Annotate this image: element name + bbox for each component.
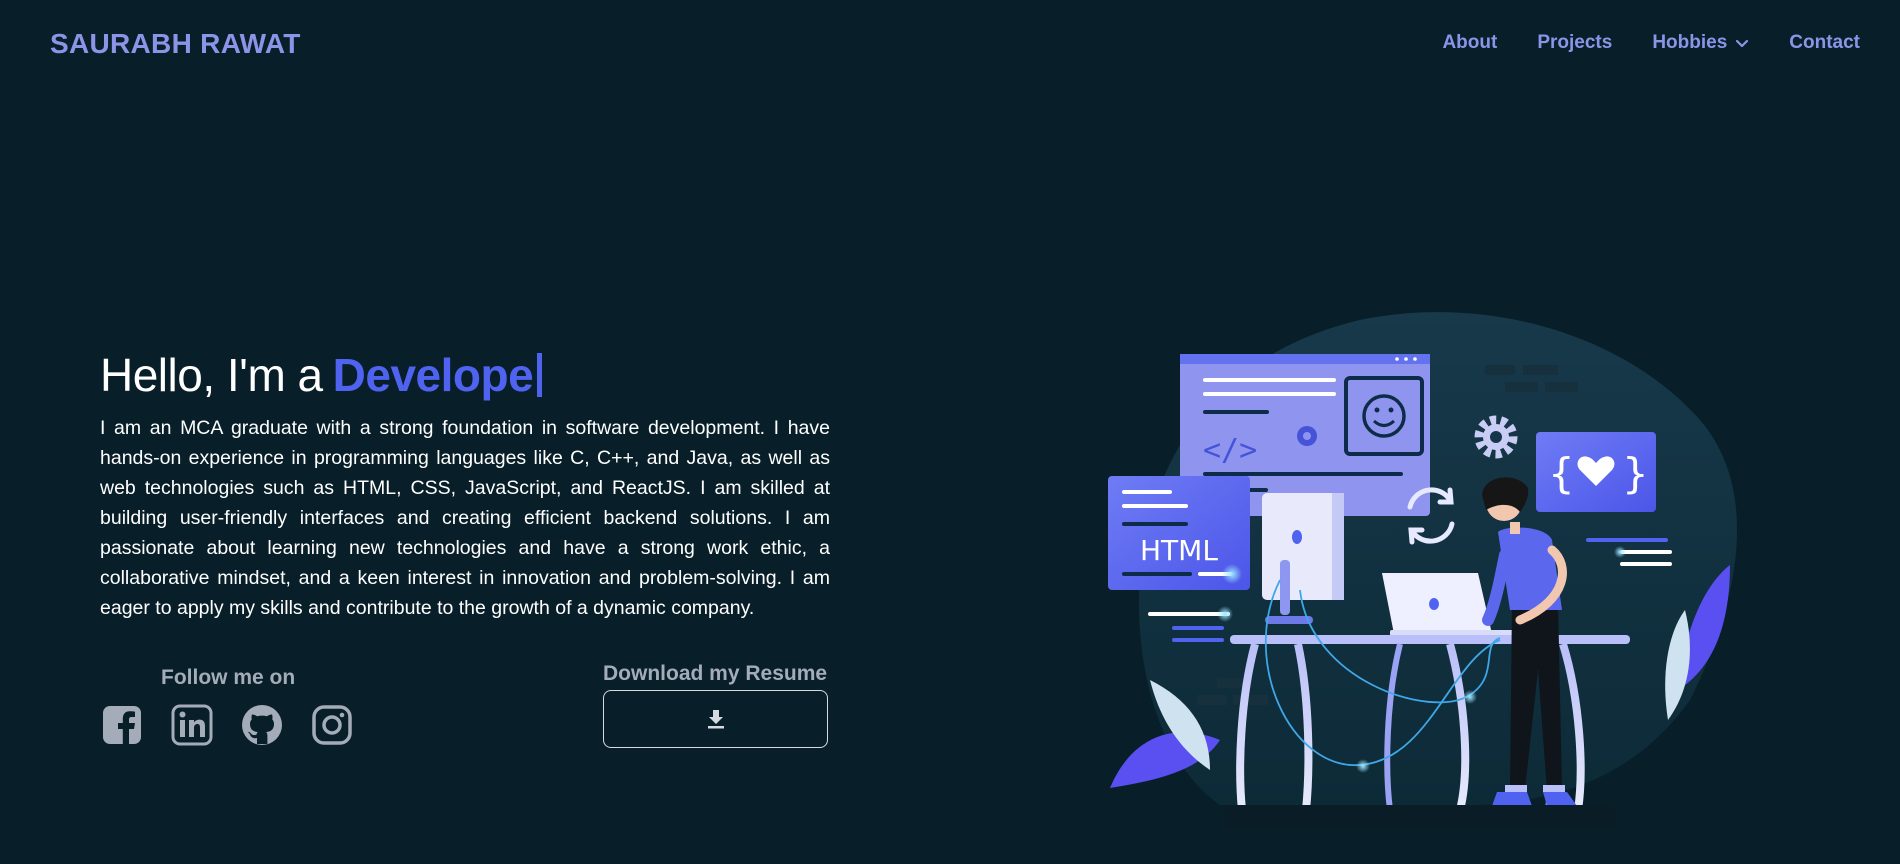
navbar: SAURABH RAWAT About Projects Hobbies Con… [0,0,1900,92]
nav-hobbies-dropdown[interactable]: Hobbies [1652,32,1749,54]
nav-projects-label: Projects [1537,32,1613,53]
svg-text:{: { [1548,449,1575,498]
download-resume-button[interactable] [603,690,828,748]
floor-shadow [1225,805,1615,829]
nav-about-label: About [1442,32,1498,53]
follow-label: Follow me on [161,666,296,689]
hero-title: Hello, I'm a Develope [100,348,543,402]
hero-greeting: Hello, I'm a [100,349,323,401]
facebook-icon[interactable] [100,703,144,747]
brand-name[interactable]: SAURABH RAWAT [50,28,301,60]
nav-contact-label: Contact [1789,32,1860,53]
typing-cursor [537,353,543,397]
instagram-icon[interactable] [310,703,354,747]
social-links [100,703,354,747]
heart-card: { } [1536,432,1656,512]
chevron-down-icon [1736,39,1749,48]
hero-role-typed: Develope [332,349,534,401]
html-badge-label: HTML [1140,534,1218,567]
svg-text:}: } [1622,449,1649,498]
nav-hobbies-label: Hobbies [1652,32,1728,53]
nav-contact[interactable]: Contact [1789,32,1860,54]
nav-links: About Projects Hobbies Contact [1442,32,1860,54]
github-icon[interactable] [240,703,284,747]
html-card: HTML [1108,476,1250,590]
developer-illustration: </> { } HTML [1108,312,1738,829]
svg-text:</>: </> [1203,433,1257,468]
download-icon [707,710,724,729]
nav-about[interactable]: About [1442,32,1497,54]
linkedin-icon[interactable] [170,703,214,747]
hero-bio: I am an MCA graduate with a strong found… [100,417,830,619]
resume-label: Download my Resume [603,662,828,685]
nav-projects[interactable]: Projects [1537,32,1612,54]
